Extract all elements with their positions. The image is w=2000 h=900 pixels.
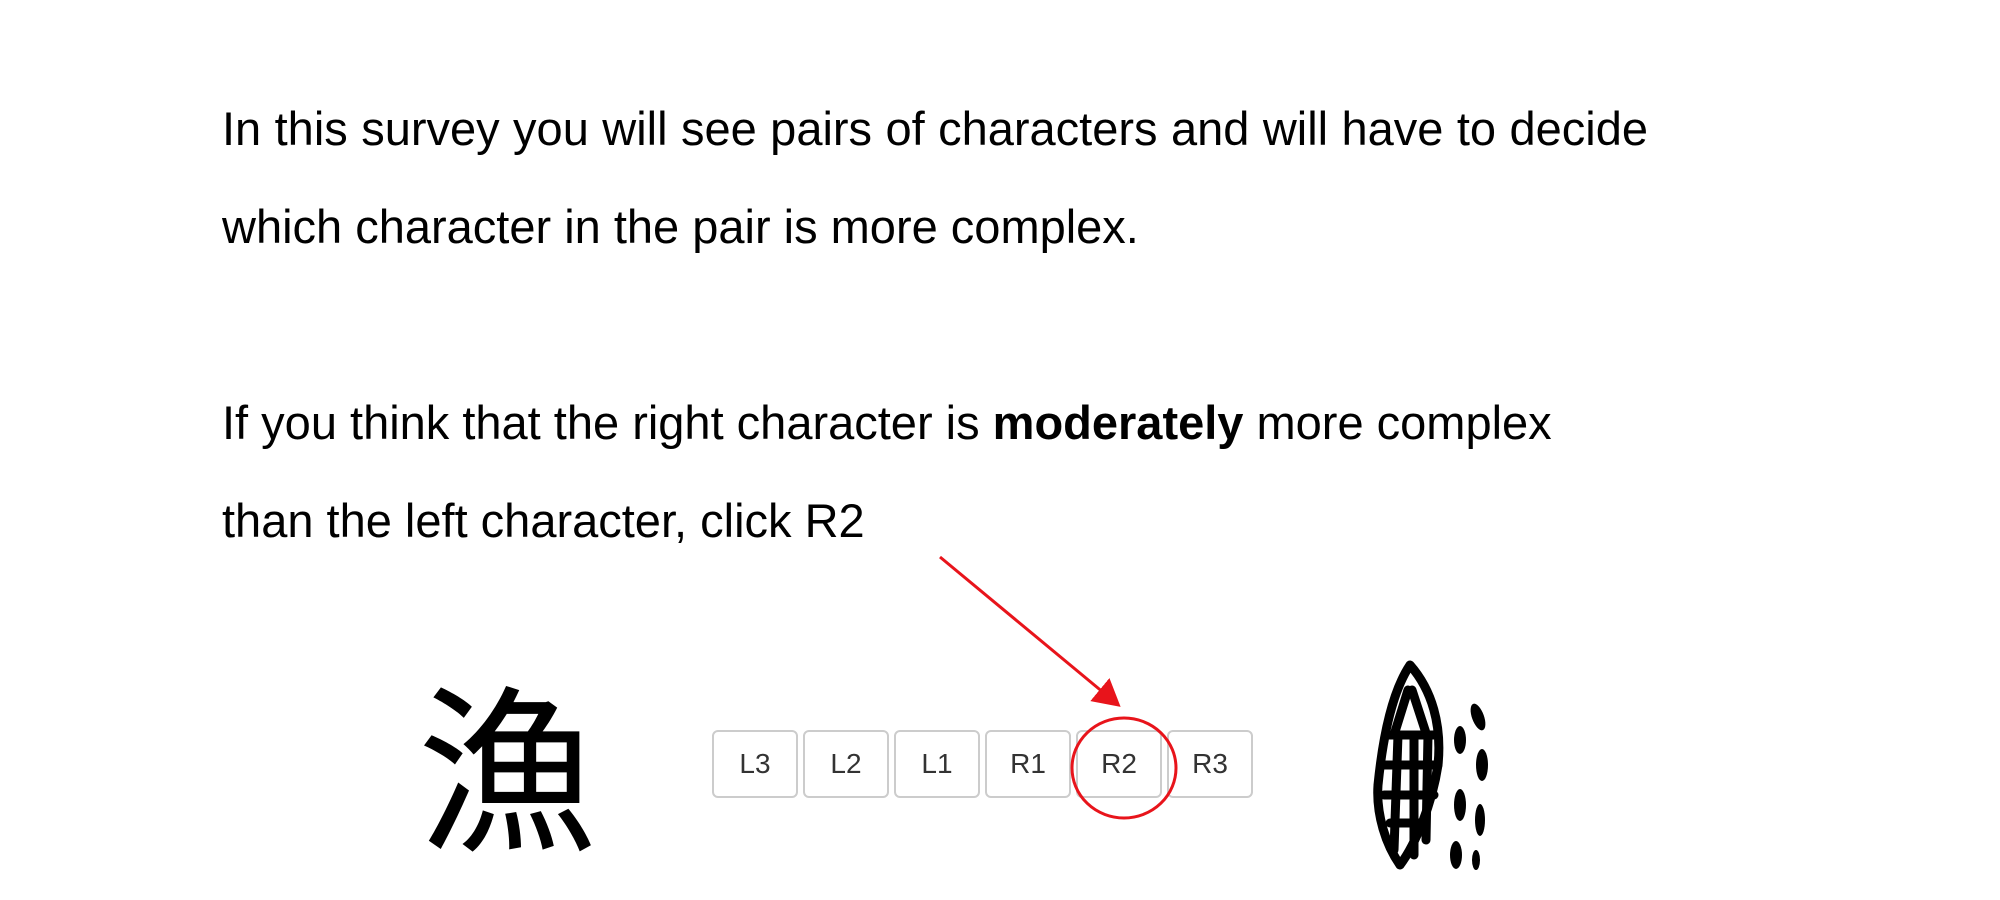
- instruction-text-before: If you think that the right character is: [222, 396, 993, 449]
- instruction-paragraph-r2: If you think that the right character is…: [222, 374, 1648, 570]
- instruction-paragraph-intro: In this survey you will see pairs of cha…: [222, 102, 1648, 253]
- rating-button-r1[interactable]: R1: [985, 730, 1071, 798]
- ancient-fish-glyph-icon: [1373, 660, 1488, 870]
- left-character: 漁: [416, 671, 597, 880]
- rating-button-r3[interactable]: R3: [1167, 730, 1253, 798]
- annotation-arrow: [939, 555, 1121, 707]
- instruction-emphasis: moderately: [992, 396, 1244, 449]
- rating-button-l2[interactable]: L2: [803, 730, 889, 798]
- rating-button-l1[interactable]: L1: [894, 730, 980, 798]
- rating-button-r2[interactable]: R2: [1076, 730, 1162, 798]
- rating-button-l3[interactable]: L3: [712, 730, 798, 798]
